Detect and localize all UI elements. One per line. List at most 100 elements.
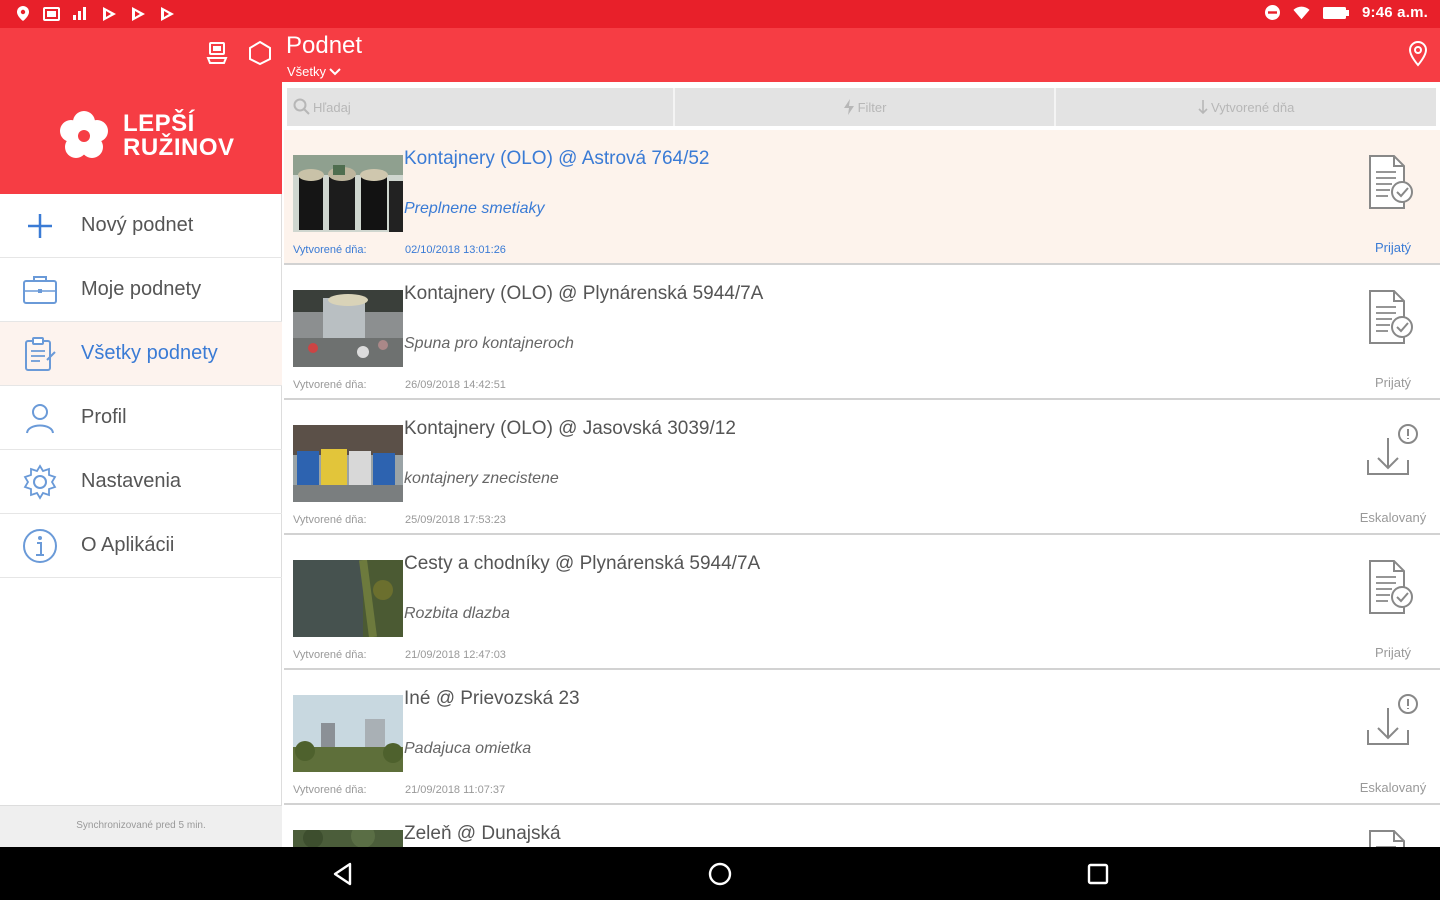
status-bar: 9:46 a.m.: [0, 0, 1440, 28]
sort-button[interactable]: Vytvorené dňa: [1056, 88, 1436, 126]
report-row[interactable]: Kontajnery (OLO) @ Plynárenská 5944/7A S…: [284, 265, 1440, 400]
report-photo: [293, 830, 403, 847]
document-check-icon: [1362, 559, 1422, 619]
report-photo: [293, 425, 403, 502]
report-status: Eskalovaný: [1359, 780, 1427, 795]
report-row[interactable]: Kontajnery (OLO) @ Astrová 764/52 Prepln…: [284, 130, 1440, 265]
page-title: Podnet: [286, 32, 363, 59]
category-dropdown-label: Všetky: [287, 64, 327, 79]
brand-name: LEPŠÍ RUŽINOV: [123, 112, 235, 160]
report-status: Prijatý: [1374, 645, 1412, 660]
report-photo: [293, 560, 403, 637]
report-description: Spuna pro kontajneroch: [404, 335, 574, 352]
report-description: Rozbita dlazba: [404, 605, 510, 622]
menu-item-label: Moje podnety: [81, 278, 202, 300]
report-description: Padajuca omietka: [404, 740, 532, 757]
report-photo: [293, 290, 403, 367]
report-photo: [293, 155, 403, 232]
report-description: Preplnene smetiaky: [404, 200, 545, 217]
report-title: Kontajnery (OLO) @ Astrová 764/52: [404, 148, 710, 169]
play-store-icon: [130, 5, 147, 22]
report-row[interactable]: Cesty a chodníky @ Plynárenská 5944/7A R…: [284, 535, 1440, 670]
navigation-drawer: LEPŠÍ RUŽINOV Nový podnet Moje podnety V…: [0, 82, 282, 847]
filter-icon: [843, 99, 854, 115]
report-row[interactable]: Iné @ Prievozská 23 Padajuca omietka Vyt…: [284, 670, 1440, 805]
status-system-icons: 9:46 a.m.: [1264, 4, 1428, 21]
home-icon[interactable]: [707, 861, 733, 887]
system-navigation-bar: [0, 847, 1440, 900]
search-field[interactable]: Hľadaj: [287, 88, 675, 126]
report-row[interactable]: Zeleň @ Dunajská: [284, 805, 1440, 847]
search-icon: [293, 98, 310, 115]
logo-icon: [56, 108, 112, 164]
created-label: Vytvorené dňa:: [293, 649, 367, 661]
menu-item-label: Nastavenia: [81, 470, 182, 492]
report-list: Kontajnery (OLO) @ Astrová 764/52 Prepln…: [284, 130, 1440, 847]
brand-header: LEPŠÍ RUŽINOV: [0, 82, 282, 194]
image-icon: [43, 5, 60, 22]
sync-status-text: Synchronizované pred 5 min.: [76, 820, 206, 831]
created-label: Vytvorené dňa:: [293, 514, 367, 526]
created-date: 21/09/2018 11:07:37: [405, 784, 506, 796]
menu-item-label: Profil: [81, 406, 127, 428]
menu-item-all-reports[interactable]: Všetky podnety: [0, 322, 282, 386]
user-icon: [22, 400, 58, 436]
report-title: Kontajnery (OLO) @ Jasovská 3039/12: [404, 418, 736, 439]
play-store-icon: [101, 5, 118, 22]
report-title: Iné @ Prievozská 23: [404, 688, 580, 709]
chevron-down-icon: [329, 67, 341, 75]
report-row[interactable]: Kontajnery (OLO) @ Jasovská 3039/12 kont…: [284, 400, 1440, 535]
hexagon-icon[interactable]: [247, 40, 273, 66]
play-store-icon: [159, 5, 176, 22]
filter-label: Filter: [857, 99, 887, 115]
document-check-icon: [1362, 289, 1422, 349]
escalate-icon: [1362, 694, 1422, 754]
menu-item-about[interactable]: O Aplikácii: [0, 514, 282, 578]
created-label: Vytvorené dňa:: [293, 244, 367, 256]
clipboard-icon: [22, 336, 58, 372]
wifi-icon: [1293, 4, 1310, 21]
location-icon: [14, 5, 31, 22]
report-status: Prijatý: [1374, 375, 1412, 390]
created-date: 26/09/2018 14:42:51: [405, 379, 506, 391]
report-status: Eskalovaný: [1359, 510, 1427, 525]
brand-line-1: LEPŠÍ: [123, 110, 195, 137]
menu-item-my-reports[interactable]: Moje podnety: [0, 258, 282, 322]
sync-status-bar: Synchronizované pred 5 min.: [0, 805, 282, 847]
menu-item-label: Všetky podnety: [81, 342, 218, 364]
filter-button[interactable]: Filter: [675, 88, 1057, 126]
category-dropdown[interactable]: Všetky: [287, 64, 341, 79]
briefcase-icon: [22, 272, 58, 308]
dnd-icon: [1264, 4, 1281, 21]
back-icon[interactable]: [330, 861, 356, 887]
report-description: kontajnery znecistene: [404, 470, 559, 487]
menu-item-profile[interactable]: Profil: [0, 386, 282, 450]
signal-icon: [72, 5, 89, 22]
report-photo: [293, 695, 403, 772]
menu-item-settings[interactable]: Nastavenia: [0, 450, 282, 514]
report-title: Cesty a chodníky @ Plynárenská 5944/7A: [404, 553, 761, 574]
created-label: Vytvorené dňa:: [293, 379, 367, 391]
map-pin-icon[interactable]: [1406, 40, 1430, 68]
gear-icon: [22, 464, 58, 500]
drawer-menu: Nový podnet Moje podnety Všetky podnety …: [0, 194, 282, 578]
list-toolbar: Hľadaj Filter Vytvorené dňa: [287, 88, 1436, 126]
document-check-icon: [1362, 829, 1422, 847]
sync-device-icon[interactable]: [204, 40, 230, 66]
sort-label: Vytvorené dňa: [1211, 99, 1295, 115]
search-placeholder: Hľadaj: [313, 99, 351, 115]
document-check-icon: [1362, 154, 1422, 214]
created-date: 21/09/2018 12:47:03: [405, 649, 506, 661]
created-date: 25/09/2018 17:53:23: [405, 514, 506, 526]
brand-line-2: RUŽINOV: [123, 134, 235, 161]
app-bar: Podnet Všetky: [0, 28, 1440, 82]
menu-item-label: Nový podnet: [81, 214, 194, 236]
sort-icon: [1198, 100, 1208, 115]
menu-item-new-report[interactable]: Nový podnet: [0, 194, 282, 258]
reports-content: Hľadaj Filter Vytvorené dňa Kontajnery (…: [284, 82, 1440, 847]
recents-icon[interactable]: [1085, 861, 1111, 887]
status-notification-icons: [14, 5, 176, 22]
menu-item-label: O Aplikácii: [81, 534, 175, 556]
info-icon: [22, 528, 58, 564]
battery-icon: [1322, 4, 1350, 21]
